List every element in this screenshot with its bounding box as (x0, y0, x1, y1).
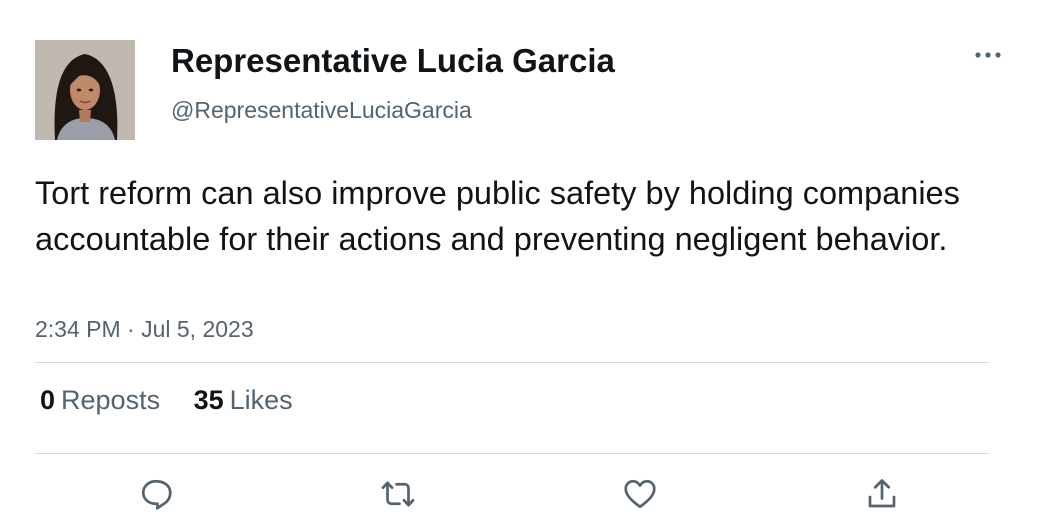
engagement-stats: 0 Reposts 35 Likes (40, 385, 319, 416)
likes-count: 35 (193, 385, 224, 415)
profile-photo (35, 40, 135, 140)
divider (35, 453, 989, 454)
reposts-label: Reposts (61, 385, 161, 415)
like-button[interactable] (620, 474, 660, 514)
author-handle[interactable]: @RepresentativeLuciaGarcia (171, 97, 472, 124)
divider (35, 362, 989, 363)
more-options-button[interactable] (970, 40, 1006, 70)
tweet-text: Tort reform can also improve public safe… (35, 175, 960, 257)
reposts-count: 0 (40, 385, 56, 415)
more-horizontal-icon (975, 52, 1001, 58)
reply-icon (141, 479, 172, 510)
avatar[interactable] (35, 40, 135, 140)
like-icon (624, 479, 656, 509)
reply-button[interactable] (136, 474, 176, 514)
share-icon (868, 479, 896, 508)
repost-icon (381, 481, 415, 507)
tweet-timestamp[interactable]: 2:34 PM · Jul 5, 2023 (35, 316, 254, 343)
author-display-name[interactable]: Representative Lucia Garcia (171, 42, 615, 80)
likes-label: Likes (229, 385, 293, 415)
reposts-stat[interactable]: 0 Reposts (40, 385, 160, 416)
likes-stat[interactable]: 35 Likes (194, 385, 293, 416)
repost-button[interactable] (378, 474, 418, 514)
share-button[interactable] (862, 474, 902, 514)
